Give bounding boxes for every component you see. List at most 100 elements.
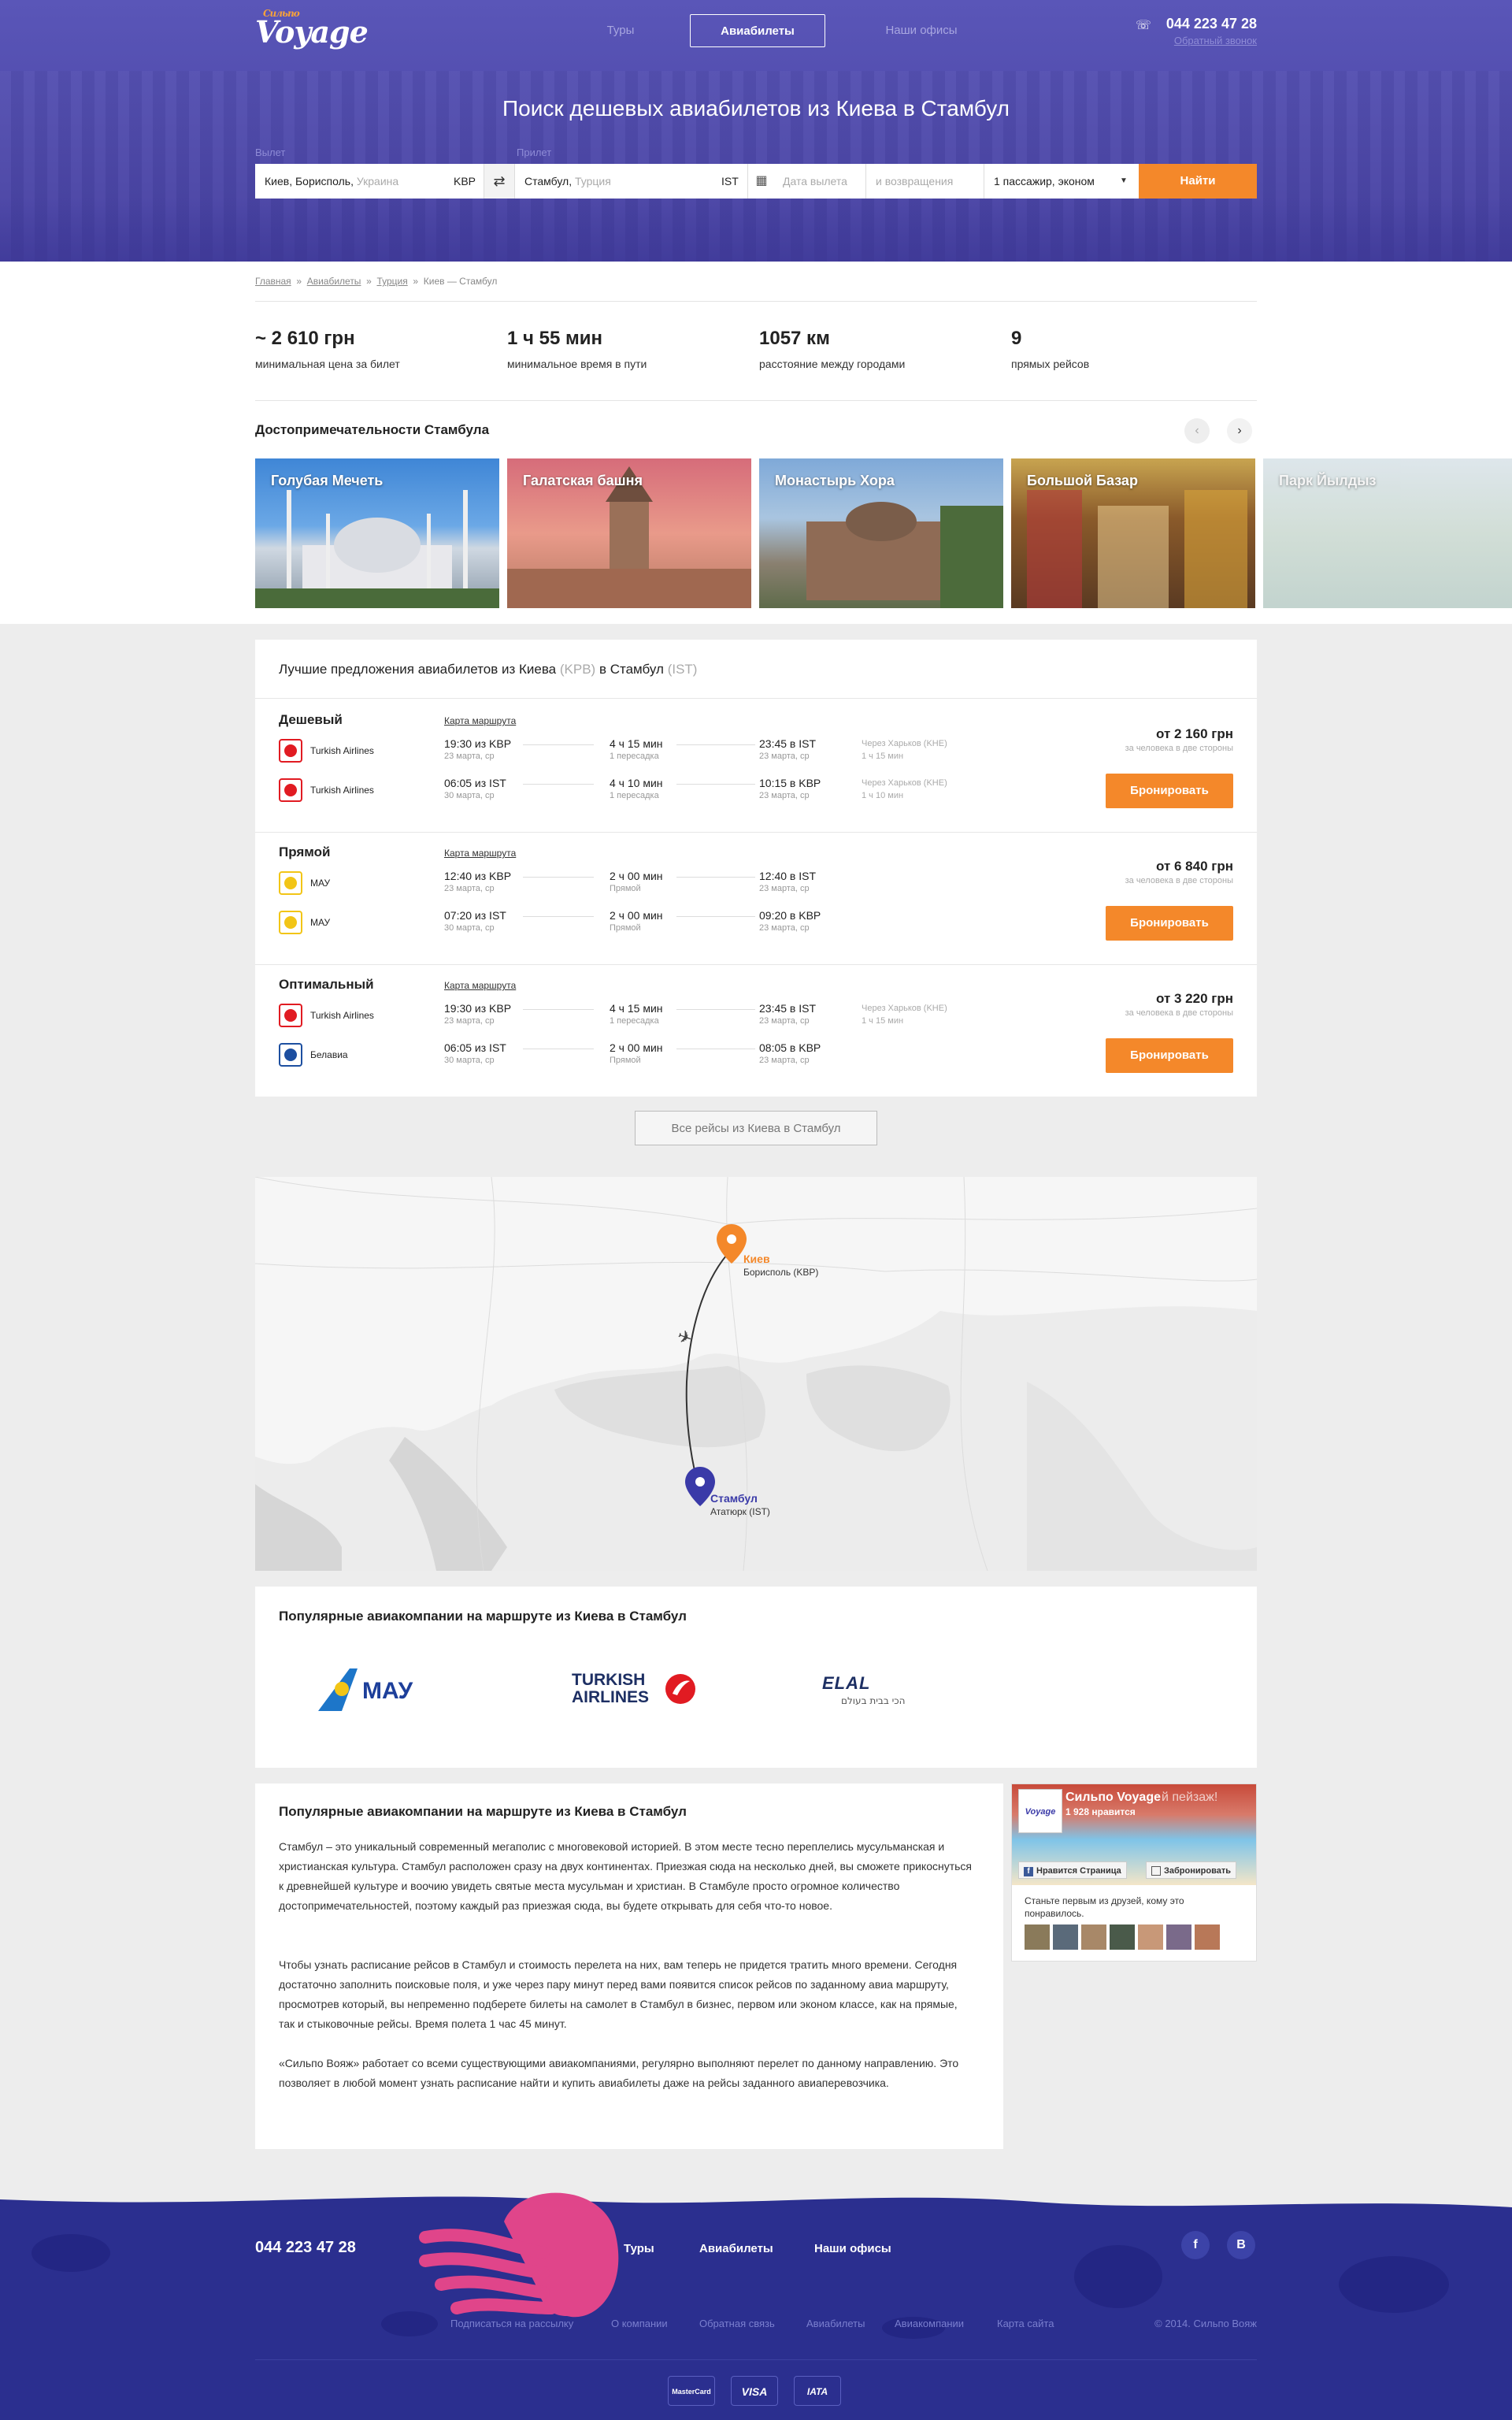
footer-link[interactable]: Обратная связь	[699, 2318, 775, 2329]
find-button[interactable]: Найти	[1139, 164, 1257, 199]
depart-date-field[interactable]: Дата вылета	[775, 164, 866, 199]
facebook-icon[interactable]: f	[1181, 2231, 1210, 2259]
offers-to-code: (IST)	[667, 662, 698, 677]
transfer-info: Через Харьков (KHE)	[862, 739, 947, 748]
top-nav: Туры Авиабилеты Наши офисы	[551, 14, 1024, 49]
from-field[interactable]: Киев, Борисполь, Украина	[255, 164, 484, 199]
footer-link[interactable]: О компании	[611, 2318, 668, 2329]
offers-panel: Лучшие предложения авиабилетов из Киева …	[255, 640, 1257, 1097]
calendar-icon[interactable]: ▦	[748, 164, 775, 199]
fb-like-label: Нравится Страница	[1036, 1866, 1121, 1876]
from-value: Киев, Борисполь,	[265, 175, 354, 187]
arrival-date: 23 марта, ср	[759, 923, 810, 933]
arrival-date: 23 марта, ср	[759, 752, 810, 761]
crumb-current: Киев — Стамбул	[423, 276, 498, 287]
departure-time: 07:20 из IST	[444, 909, 506, 922]
logo[interactable]: Сильпо Voyage	[255, 8, 369, 50]
crumb-home[interactable]: Главная	[255, 276, 291, 287]
vk-icon[interactable]: B	[1227, 2231, 1255, 2259]
swap-icon[interactable]: ⇄	[484, 164, 515, 199]
stat-value: 9	[1011, 328, 1022, 349]
crumb-flights[interactable]: Авиабилеты	[307, 276, 361, 287]
route-line	[523, 784, 594, 785]
route-line	[523, 916, 594, 917]
departure-date: 23 марта, ср	[444, 884, 495, 893]
from-hint: Украина	[356, 175, 399, 187]
sight-card[interactable]: Парк Йылдыз	[1263, 458, 1512, 608]
route-map-link[interactable]: Карта маршрута	[444, 715, 516, 726]
return-date-field[interactable]: и возвращения	[866, 164, 984, 199]
departure-time: 12:40 из KBP	[444, 870, 512, 882]
departure-date: 30 марта, ср	[444, 923, 495, 933]
turkish-emblem-icon	[665, 1674, 695, 1704]
footer-nav-tours[interactable]: Туры	[624, 2242, 654, 2255]
passengers-select[interactable]: 1 пассажир, эконом	[984, 164, 1139, 199]
book-button[interactable]: Бронировать	[1106, 1038, 1233, 1073]
footer-nav-flights[interactable]: Авиабилеты	[699, 2242, 773, 2255]
sight-card[interactable]: Большой Базар	[1011, 458, 1255, 608]
route-map-link[interactable]: Карта маршрута	[444, 848, 516, 859]
footer-link[interactable]: Подписаться на рассылку	[450, 2318, 573, 2329]
route-map-link[interactable]: Карта маршрута	[444, 980, 516, 991]
chevron-left-icon[interactable]: ‹	[1184, 418, 1210, 444]
footer-link[interactable]: Авиабилеты	[806, 2318, 865, 2329]
turkish-logo-line1: TURKISH	[572, 1671, 646, 1689]
arrival-time: 10:15 в KBP	[759, 777, 821, 789]
nav-tours[interactable]: Туры	[551, 14, 690, 47]
callback-link[interactable]: Обратный звонок	[1134, 35, 1257, 46]
fb-book-button[interactable]: Забронировать	[1146, 1861, 1236, 1879]
footer-nav-offices[interactable]: Наши офисы	[814, 2242, 891, 2255]
footer-link[interactable]: Авиакомпании	[895, 2318, 964, 2329]
search-title: Поиск дешевых авиабилетов из Киева в Ста…	[502, 96, 1010, 121]
book-button[interactable]: Бронировать	[1106, 774, 1233, 808]
departure-date: 30 марта, ср	[444, 1056, 495, 1065]
airlines-title: Популярные авиакомпании на маршруте из К…	[279, 1609, 687, 1624]
elal-logo[interactable]: ELAL הכי בבית בעולם	[822, 1673, 948, 1713]
from-city-label: Киев	[743, 1253, 770, 1265]
arrival-time: 23:45 в IST	[759, 1002, 817, 1015]
crumb-country[interactable]: Турция	[376, 276, 407, 287]
stat-direct: 9 прямых рейсов	[1011, 328, 1247, 370]
flight-stops: Прямой	[610, 1056, 641, 1065]
chevron-right-icon[interactable]: ›	[1227, 418, 1252, 444]
footer-phone[interactable]: 044 223 47 28	[255, 2239, 356, 2257]
turkish-logo[interactable]: TURKISH AIRLINES	[572, 1672, 698, 1711]
offer-category: Оптимальный	[279, 977, 374, 992]
flight-stops: 1 пересадка	[610, 1016, 659, 1026]
nav-flights[interactable]: Авиабилеты	[690, 14, 825, 47]
offers-title: Лучшие предложения авиабилетов из Киева …	[279, 662, 697, 677]
to-label: Прилет	[517, 147, 552, 158]
arrival-date: 23 марта, ср	[759, 1016, 810, 1026]
sight-caption: Голубая Мечеть	[271, 473, 384, 488]
footer: 044 223 47 28 Туры Авиабилеты Наши офисы…	[0, 2190, 1512, 2420]
offer-price: от 3 220 грн	[1155, 991, 1233, 1006]
route-line	[523, 877, 594, 878]
offers-from-code: (KPB)	[559, 662, 596, 677]
offer-price-note: за человека в две стороны	[1125, 876, 1233, 885]
sight-card[interactable]: Галатская башня	[507, 458, 751, 608]
flight-stops: Прямой	[610, 923, 641, 933]
fb-page-name[interactable]: Сильпо Voyage	[1065, 1791, 1161, 1805]
book-button[interactable]: Бронировать	[1106, 906, 1233, 941]
route-map[interactable]: ✈ Киев Борисполь (KBP) Стамбул Ататюрк (…	[255, 1177, 1257, 1571]
arrival-date: 23 марта, ср	[759, 791, 810, 800]
nav-offices[interactable]: Наши офисы	[825, 14, 1017, 47]
turkish-logo-line2: AIRLINES	[572, 1688, 650, 1706]
stat-value: 1 ч 55 мин	[507, 328, 602, 349]
all-flights-button[interactable]: Все рейсы из Киева в Стамбул	[635, 1111, 877, 1145]
footer-link[interactable]: Карта сайта	[997, 2318, 1054, 2329]
fb-icon: f	[1024, 1867, 1033, 1876]
arrival-date: 23 марта, ср	[759, 884, 810, 893]
transfer-time: 1 ч 10 мин	[862, 791, 904, 800]
mau-logo[interactable]: МАУ	[318, 1668, 444, 1713]
airline-logo-icon	[279, 911, 302, 934]
about-paragraph: Стамбул – это уникальный современный мег…	[279, 1840, 973, 1912]
header-phone[interactable]: 044 223 47 28	[1134, 16, 1257, 32]
stat-label: минимальное время в пути	[507, 358, 647, 370]
about-paragraph: «Сильпо Вояж» работает со всеми существу…	[279, 2057, 959, 2089]
sight-card[interactable]: Монастырь Хора	[759, 458, 1003, 608]
sight-card[interactable]: Голубая Мечеть	[255, 458, 499, 608]
stat-distance: 1057 км расстояние между городами	[759, 328, 995, 370]
to-field[interactable]: Стамбул, Турция	[515, 164, 748, 199]
fb-like-button[interactable]: f Нравится Страница	[1018, 1861, 1127, 1879]
